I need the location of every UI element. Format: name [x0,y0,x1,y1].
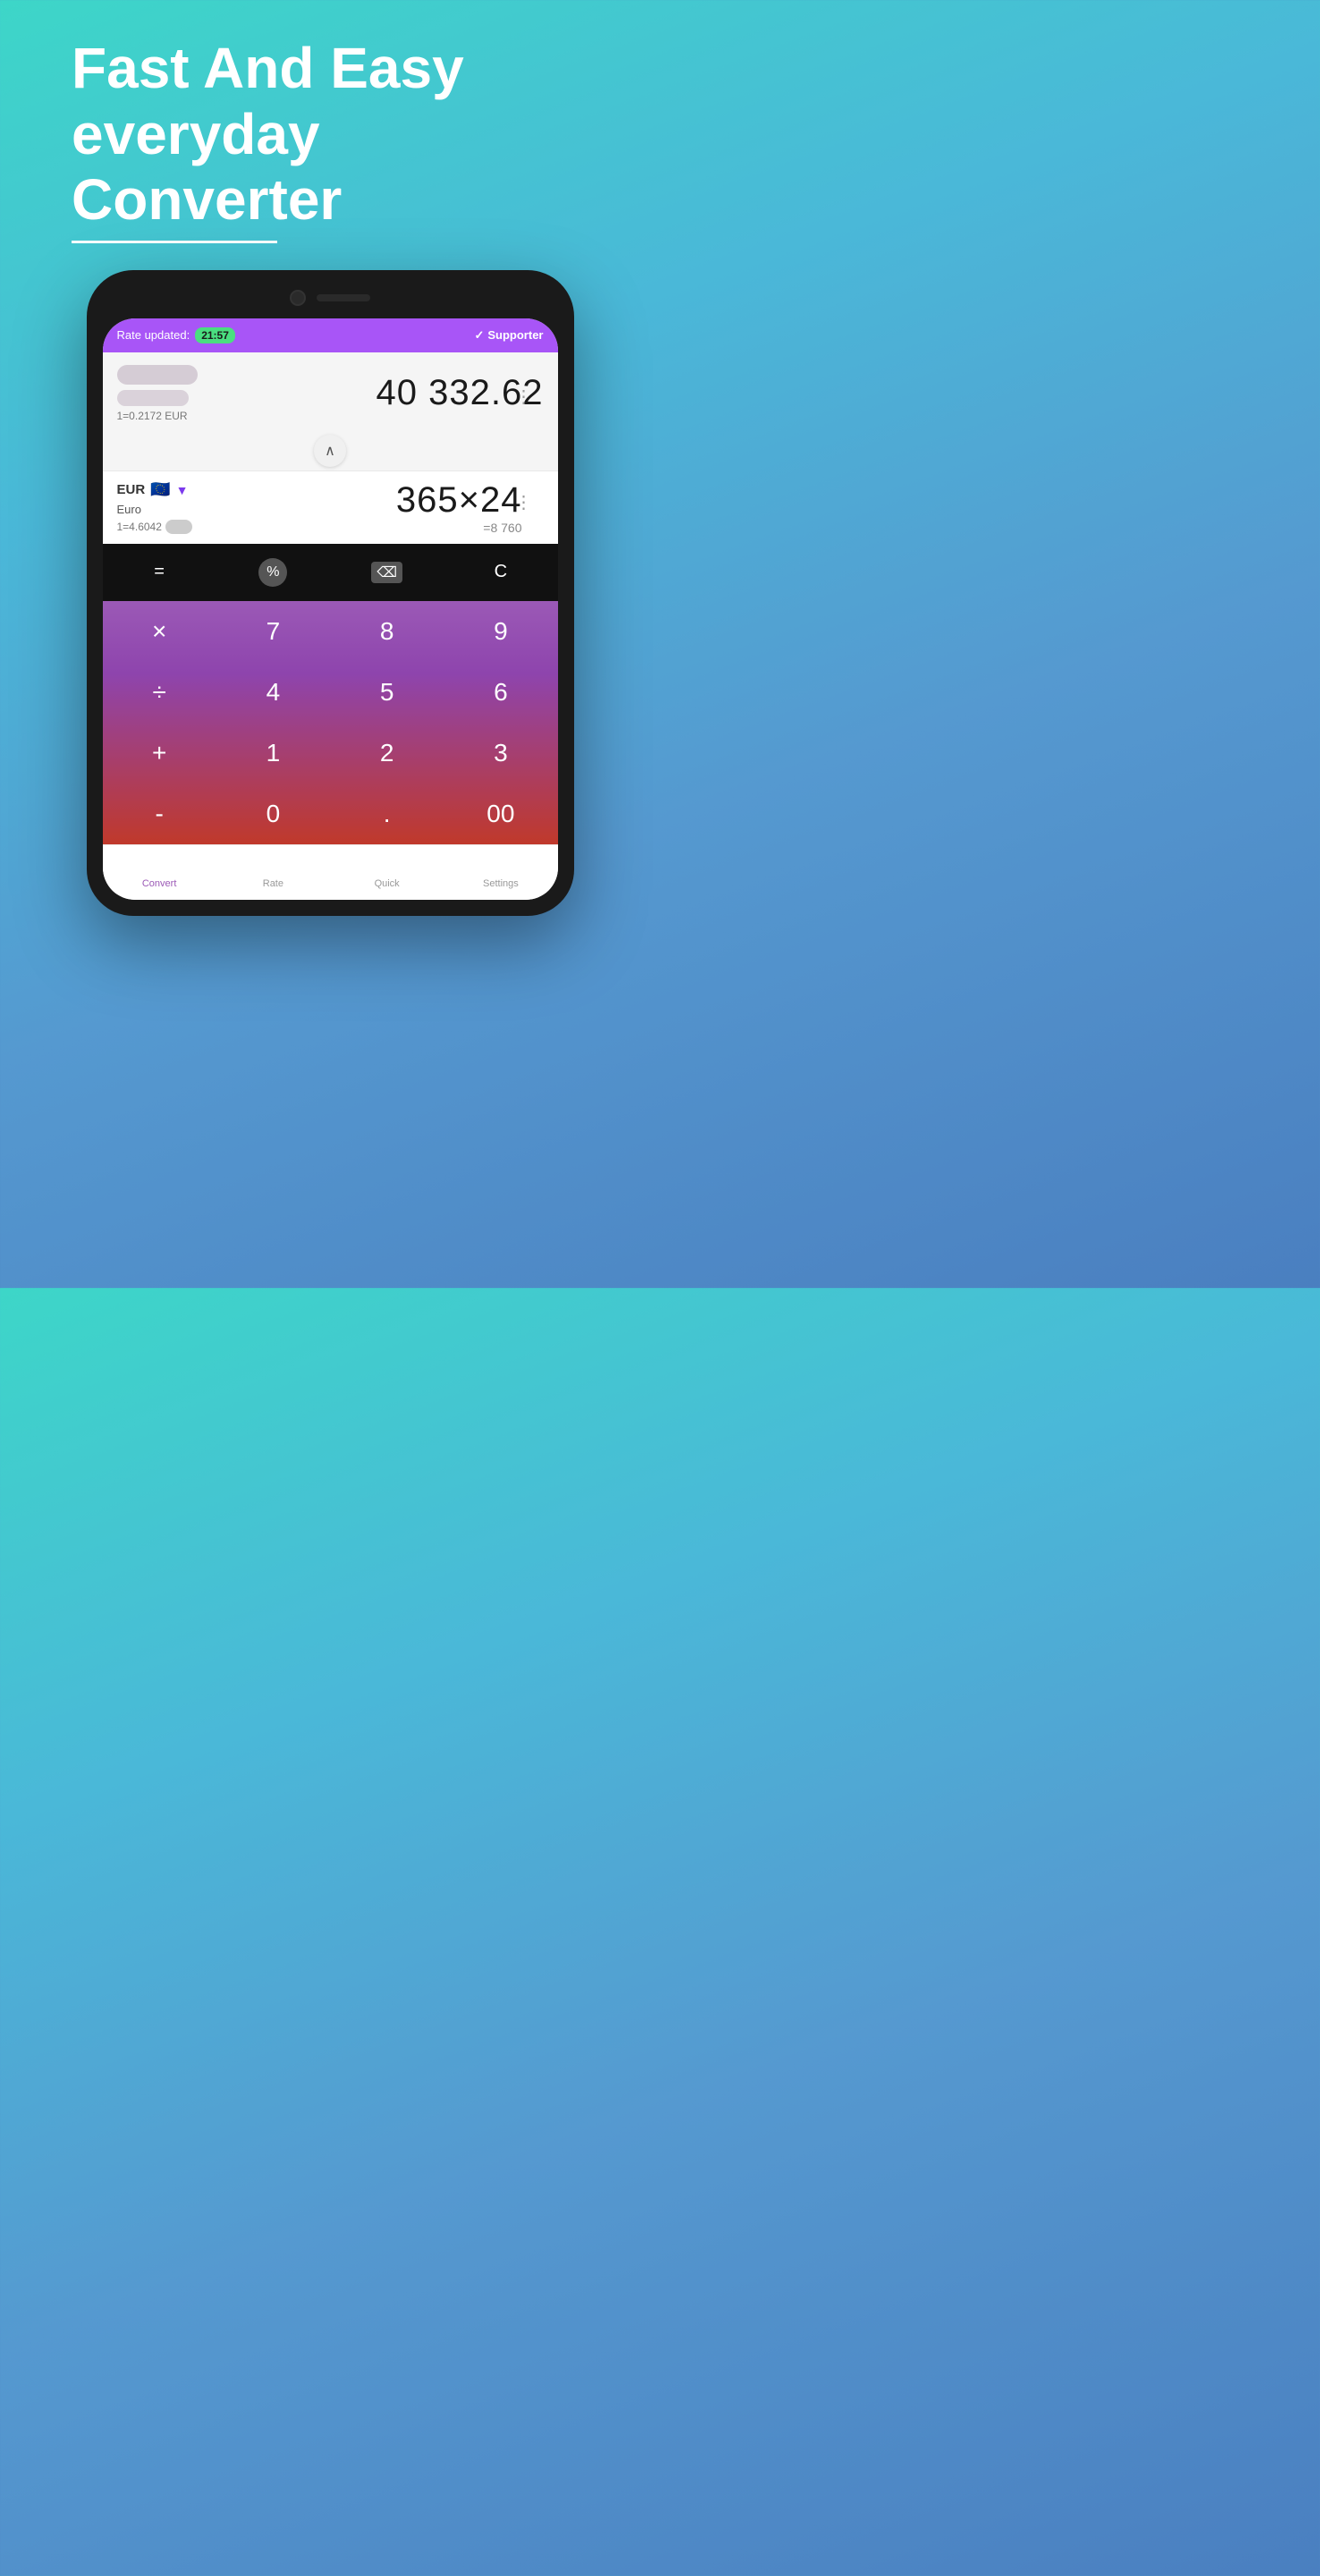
currency-flag-eu: 🇪🇺 [150,480,170,499]
key-3[interactable]: 3 [444,723,557,784]
nav-settings[interactable]: Settings [444,852,557,889]
chevron-up-icon: ∧ [325,442,335,460]
key-2[interactable]: 2 [330,723,444,784]
divide-button[interactable]: ÷ [103,662,216,723]
swap-button[interactable]: ∧ [314,435,346,467]
nav-settings-label: Settings [483,878,519,889]
currency-left-2: EUR 🇪🇺 ▼ Euro 1=4.6042 [117,480,192,534]
key-7[interactable]: 7 [216,601,330,662]
app-header: Rate updated: 21:57 ✓ Supporter [103,318,558,352]
nav-quick-label: Quick [375,878,400,889]
hero-title: Fast And Easy everyday Converter [72,36,588,233]
equals-button[interactable]: = [103,551,216,594]
backspace-button[interactable]: ⌫ [330,551,444,594]
key-6[interactable]: 6 [444,662,557,723]
dropdown-arrow-2[interactable]: ▼ [176,483,189,497]
currency-row-2: EUR 🇪🇺 ▼ Euro 1=4.6042 365×24 =8 760 ⋮ [103,471,558,544]
nav-convert-label: Convert [142,878,177,889]
currency-name-2: Euro [117,503,192,516]
percent-button[interactable]: % [216,551,330,594]
key-8[interactable]: 8 [330,601,444,662]
decimal-button[interactable]: . [330,784,444,844]
key-9[interactable]: 9 [444,601,557,662]
keypad-top: = % ⌫ C [103,544,558,601]
converter-area: 1=0.2172 EUR 40 332.62 ⋮ ∧ EUR [103,352,558,544]
more-menu-1[interactable]: ⋮ [515,386,533,408]
phone-frame: Rate updated: 21:57 ✓ Supporter 1=0.2172… [87,270,574,916]
keypad-main: × 7 8 9 ÷ 4 5 6 + 1 2 3 - 0 . 00 [103,601,558,844]
supporter-badge[interactable]: ✓ Supporter [474,328,543,343]
nav-quick[interactable]: Quick [330,852,444,889]
currency-selector-1-sub [117,390,189,406]
hero-section: Fast And Easy everyday Converter [0,0,660,261]
plus-button[interactable]: + [103,723,216,784]
currency-code-2: EUR [117,482,146,497]
minus-button[interactable]: - [103,784,216,844]
nav-rate-label: Rate [263,878,283,889]
rate-updated: Rate updated: 21:57 [117,327,235,343]
double-zero-button[interactable]: 00 [444,784,557,844]
currency-value-2: 365×24 [396,480,522,521]
currency-subvalue-2: =8 760 [483,521,521,535]
more-menu-2[interactable]: ⋮ [515,491,533,513]
key-0[interactable]: 0 [216,784,330,844]
check-circle-icon: ✓ [474,328,484,343]
currency-left-1: 1=0.2172 EUR [117,365,198,422]
swap-button-row: ∧ [103,431,558,471]
phone-notch [103,286,558,309]
speaker [317,294,370,301]
clear-button[interactable]: C [444,551,557,594]
currency-rate-1: 1=0.2172 EUR [117,410,198,422]
currency-rate-2: 1=4.6042 [117,520,192,534]
key-5[interactable]: 5 [330,662,444,723]
currency-row-1: 1=0.2172 EUR 40 332.62 ⋮ [103,352,558,431]
currency-selector-1[interactable] [117,365,198,385]
percent-icon: % [258,558,287,587]
currency-flag-row[interactable]: EUR 🇪🇺 ▼ [117,480,192,499]
camera [290,290,306,306]
rate-toggle-2[interactable] [165,520,192,534]
nav-convert[interactable]: Convert [103,852,216,889]
nav-rate[interactable]: Rate [216,852,330,889]
multiply-button[interactable]: × [103,601,216,662]
backspace-icon: ⌫ [371,562,402,583]
key-4[interactable]: 4 [216,662,330,723]
hero-underline [72,241,277,243]
key-1[interactable]: 1 [216,723,330,784]
rate-time-badge: 21:57 [195,327,235,343]
bottom-nav: Convert Rate [103,844,558,900]
phone-screen: Rate updated: 21:57 ✓ Supporter 1=0.2172… [103,318,558,900]
